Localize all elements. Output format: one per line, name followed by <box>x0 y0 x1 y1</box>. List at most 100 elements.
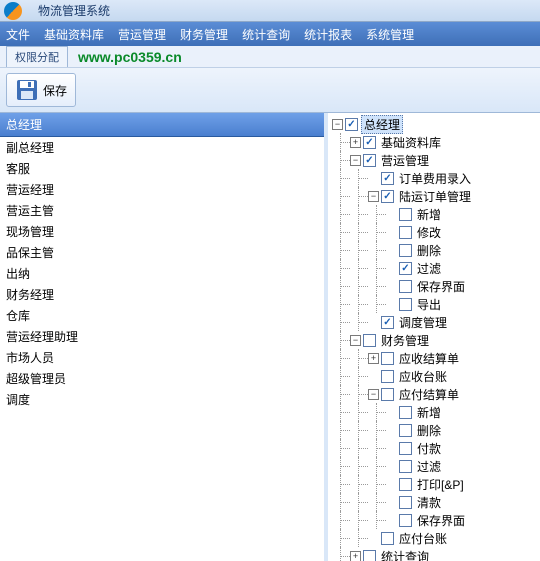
checkbox[interactable] <box>399 496 412 509</box>
checkbox[interactable] <box>345 118 358 131</box>
menu-item-4[interactable]: 统计查询 <box>242 26 290 43</box>
tree-row[interactable]: 过滤 <box>332 259 538 277</box>
tree-row[interactable]: 保存界面 <box>332 511 538 529</box>
checkbox[interactable] <box>399 442 412 455</box>
tree-label[interactable]: 付款 <box>415 440 443 457</box>
checkbox[interactable] <box>363 136 376 149</box>
tree-label[interactable]: 统计查询 <box>379 548 431 561</box>
tree-label[interactable]: 应收台账 <box>397 368 449 385</box>
tree-row[interactable]: −应付结算单 <box>332 385 538 403</box>
tree-row[interactable]: 付款 <box>332 439 538 457</box>
tree-row[interactable]: 应收台账 <box>332 367 538 385</box>
tree-row[interactable]: 清款 <box>332 493 538 511</box>
role-item[interactable]: 超级管理员 <box>0 368 324 389</box>
tree-label[interactable]: 清款 <box>415 494 443 511</box>
role-item[interactable]: 副总经理 <box>0 137 324 158</box>
checkbox[interactable] <box>381 388 394 401</box>
tree-row[interactable]: − 财务管理 <box>332 331 538 349</box>
checkbox[interactable] <box>399 280 412 293</box>
tree-label[interactable]: 订单费用录入 <box>397 170 473 187</box>
checkbox[interactable] <box>399 226 412 239</box>
collapse-icon[interactable]: − <box>368 191 379 202</box>
tree-label[interactable]: 陆运订单管理 <box>397 188 473 205</box>
tree-label[interactable]: 应付结算单 <box>397 386 461 403</box>
checkbox[interactable] <box>399 460 412 473</box>
checkbox[interactable] <box>381 316 394 329</box>
tree-label[interactable]: 过滤 <box>415 260 443 277</box>
checkbox[interactable] <box>399 208 412 221</box>
tree-row[interactable]: −总经理 <box>332 115 538 133</box>
menu-item-5[interactable]: 统计报表 <box>304 26 352 43</box>
tree-label[interactable]: 删除 <box>415 422 443 439</box>
role-item[interactable]: 营运主管 <box>0 200 324 221</box>
tree-row[interactable]: 修改 <box>332 223 538 241</box>
tree-label[interactable]: 新增 <box>415 206 443 223</box>
tree-row[interactable]: + 统计查询 <box>332 547 538 561</box>
role-item[interactable]: 现场管理 <box>0 221 324 242</box>
role-item[interactable]: 市场人员 <box>0 347 324 368</box>
expand-icon[interactable]: + <box>368 353 379 364</box>
tab-permissions[interactable]: 权限分配 <box>6 46 68 67</box>
checkbox[interactable] <box>381 370 394 383</box>
tree-row[interactable]: 删除 <box>332 421 538 439</box>
menu-item-6[interactable]: 系统管理 <box>366 26 414 43</box>
tree-row[interactable]: − 陆运订单管理 <box>332 187 538 205</box>
tree-label[interactable]: 删除 <box>415 242 443 259</box>
checkbox[interactable] <box>399 424 412 437</box>
tree-label[interactable]: 应付台账 <box>397 530 449 547</box>
role-item[interactable]: 调度 <box>0 389 324 410</box>
role-list-header[interactable]: 总经理 <box>0 113 324 137</box>
tree-label[interactable]: 打印[&P] <box>415 476 466 493</box>
save-button[interactable]: 保存 <box>6 73 76 107</box>
tree-label[interactable]: 保存界面 <box>415 278 467 295</box>
role-item[interactable]: 财务经理 <box>0 284 324 305</box>
menu-item-3[interactable]: 财务管理 <box>180 26 228 43</box>
menu-item-0[interactable]: 文件 <box>6 26 30 43</box>
expand-icon[interactable]: + <box>350 551 361 561</box>
tree-row[interactable]: + 基础资料库 <box>332 133 538 151</box>
tree-label[interactable]: 营运管理 <box>379 152 431 169</box>
role-item[interactable]: 仓库 <box>0 305 324 326</box>
checkbox[interactable] <box>381 190 394 203</box>
tree-row[interactable]: 调度管理 <box>332 313 538 331</box>
expand-icon[interactable]: + <box>350 137 361 148</box>
tree-label[interactable]: 财务管理 <box>379 332 431 349</box>
tree-row[interactable]: 打印[&P] <box>332 475 538 493</box>
tree-label[interactable]: 应收结算单 <box>397 350 461 367</box>
checkbox[interactable] <box>399 244 412 257</box>
tree-row[interactable]: 删除 <box>332 241 538 259</box>
tree-row[interactable]: 保存界面 <box>332 277 538 295</box>
tree-row[interactable]: 新增 <box>332 205 538 223</box>
tree-row[interactable]: 订单费用录入 <box>332 169 538 187</box>
tree-row[interactable]: 新增 <box>332 403 538 421</box>
checkbox[interactable] <box>399 478 412 491</box>
checkbox[interactable] <box>399 262 412 275</box>
tree-label[interactable]: 保存界面 <box>415 512 467 529</box>
menu-item-2[interactable]: 营运管理 <box>118 26 166 43</box>
menu-item-1[interactable]: 基础资料库 <box>44 26 104 43</box>
checkbox[interactable] <box>363 154 376 167</box>
role-item[interactable]: 营运经理 <box>0 179 324 200</box>
role-item[interactable]: 品保主管 <box>0 242 324 263</box>
checkbox[interactable] <box>399 298 412 311</box>
tree-row[interactable]: 应付台账 <box>332 529 538 547</box>
tree-row[interactable]: 导出 <box>332 295 538 313</box>
tree-label[interactable]: 过滤 <box>415 458 443 475</box>
role-item[interactable]: 营运经理助理 <box>0 326 324 347</box>
tree-label[interactable]: 修改 <box>415 224 443 241</box>
tree-label[interactable]: 基础资料库 <box>379 134 443 151</box>
tree-label[interactable]: 导出 <box>415 296 443 313</box>
tree-row[interactable]: 过滤 <box>332 457 538 475</box>
tree-label[interactable]: 新增 <box>415 404 443 421</box>
collapse-icon[interactable]: − <box>350 335 361 346</box>
checkbox[interactable] <box>399 406 412 419</box>
checkbox[interactable] <box>381 532 394 545</box>
role-item[interactable]: 客服 <box>0 158 324 179</box>
collapse-icon[interactable]: − <box>350 155 361 166</box>
checkbox[interactable] <box>399 514 412 527</box>
tree-label[interactable]: 总经理 <box>361 115 403 134</box>
checkbox[interactable] <box>363 334 376 347</box>
checkbox[interactable] <box>381 172 394 185</box>
tree-row[interactable]: − 营运管理 <box>332 151 538 169</box>
tree-label[interactable]: 调度管理 <box>397 314 449 331</box>
